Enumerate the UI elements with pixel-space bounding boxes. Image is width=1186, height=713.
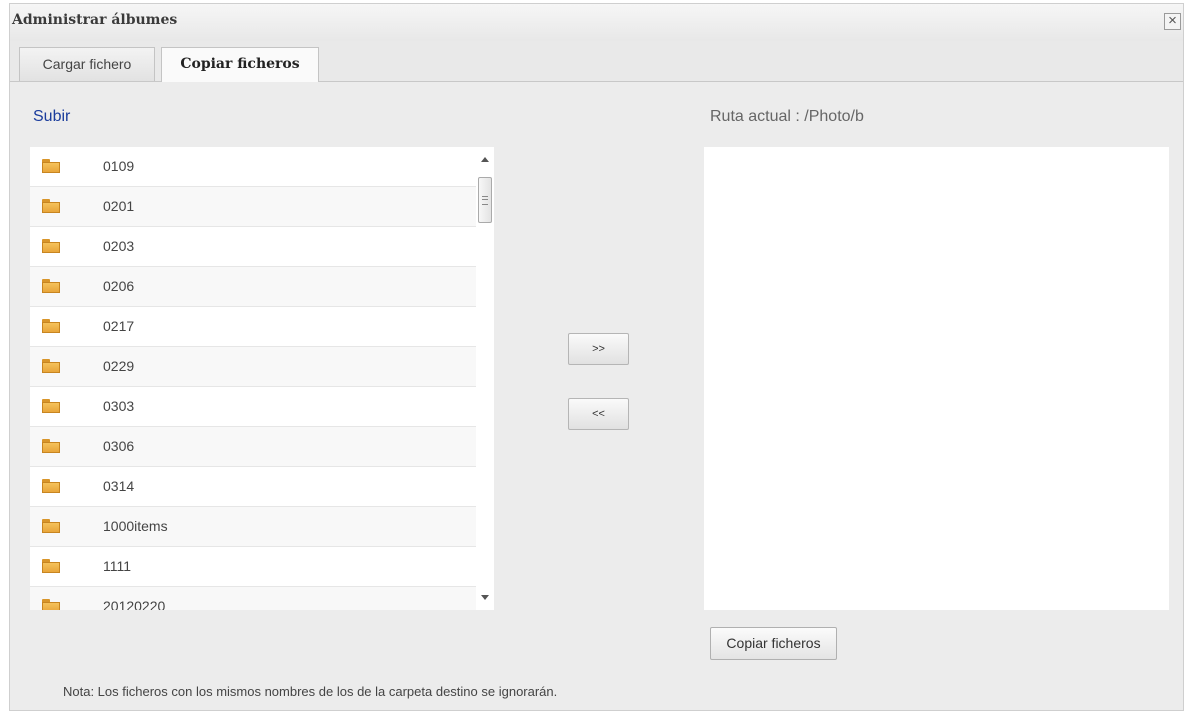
- folder-icon: [42, 559, 60, 573]
- folder-name: 1111: [103, 558, 132, 574]
- go-up-link[interactable]: Subir: [33, 108, 70, 126]
- current-path-label: Ruta actual : /Photo/b: [710, 108, 864, 125]
- folder-name: 0203: [103, 238, 135, 254]
- folder-icon: [42, 519, 60, 533]
- scroll-thumb[interactable]: [478, 177, 492, 223]
- folder-icon: [42, 359, 60, 373]
- folder-name: 0109: [103, 158, 135, 174]
- tab-copiar-ficheros[interactable]: Copiar ficheros: [161, 47, 319, 82]
- folder-name: 0229: [103, 358, 135, 374]
- list-item[interactable]: 0306: [30, 427, 476, 467]
- folder-icon: [42, 479, 60, 493]
- list-item[interactable]: 0203: [30, 227, 476, 267]
- list-item[interactable]: 0229: [30, 347, 476, 387]
- add-to-destination-button[interactable]: >>: [568, 333, 629, 365]
- source-folder-list[interactable]: 0109 0201 0203 0206 0217 0229 0303 0306 0314 1000…: [30, 147, 494, 610]
- folder-name: 0303: [103, 398, 135, 414]
- copy-files-button[interactable]: Copiar ficheros: [710, 627, 837, 660]
- folder-icon: [42, 399, 60, 413]
- tab-cargar-fichero[interactable]: Cargar fichero: [19, 47, 155, 81]
- remove-from-destination-button[interactable]: <<: [568, 398, 629, 430]
- note-text: Nota: Los ficheros con los mismos nombre…: [63, 684, 558, 699]
- tab-bar: Cargar fichero Copiar ficheros: [10, 41, 1183, 82]
- folder-icon: [42, 159, 60, 173]
- list-item[interactable]: 0217: [30, 307, 476, 347]
- folder-name: 0201: [103, 198, 135, 214]
- list-scrollbar[interactable]: [476, 147, 494, 610]
- folder-list-items: 0109 0201 0203 0206 0217 0229 0303 0306 0314 1000…: [30, 147, 476, 610]
- manage-albums-dialog: Administrar álbumes × Cargar fichero Cop…: [9, 3, 1184, 711]
- dialog-title: Administrar álbumes: [12, 12, 178, 28]
- list-item[interactable]: 1000items: [30, 507, 476, 547]
- folder-icon: [42, 239, 60, 253]
- folder-icon: [42, 279, 60, 293]
- folder-name: 1000items: [103, 518, 168, 534]
- folder-icon: [42, 599, 60, 610]
- list-item[interactable]: 0303: [30, 387, 476, 427]
- list-item[interactable]: 0206: [30, 267, 476, 307]
- folder-name: 0314: [103, 478, 135, 494]
- list-item[interactable]: 20120220: [30, 587, 476, 610]
- list-item[interactable]: 1111: [30, 547, 476, 587]
- folder-icon: [42, 319, 60, 333]
- folder-name: 0306: [103, 438, 135, 454]
- list-item[interactable]: 0314: [30, 467, 476, 507]
- list-item[interactable]: 0109: [30, 147, 476, 187]
- folder-icon: [42, 199, 60, 213]
- folder-name: 20120220: [103, 598, 166, 610]
- scroll-down-icon[interactable]: [481, 595, 489, 600]
- folder-name: 0206: [103, 278, 135, 294]
- destination-file-list[interactable]: [704, 147, 1169, 610]
- dialog-titlebar: Administrar álbumes ×: [10, 4, 1183, 42]
- list-item[interactable]: 0201: [30, 187, 476, 227]
- folder-icon: [42, 439, 60, 453]
- folder-name: 0217: [103, 318, 135, 334]
- scroll-up-icon[interactable]: [481, 157, 489, 162]
- close-icon[interactable]: ×: [1164, 13, 1181, 30]
